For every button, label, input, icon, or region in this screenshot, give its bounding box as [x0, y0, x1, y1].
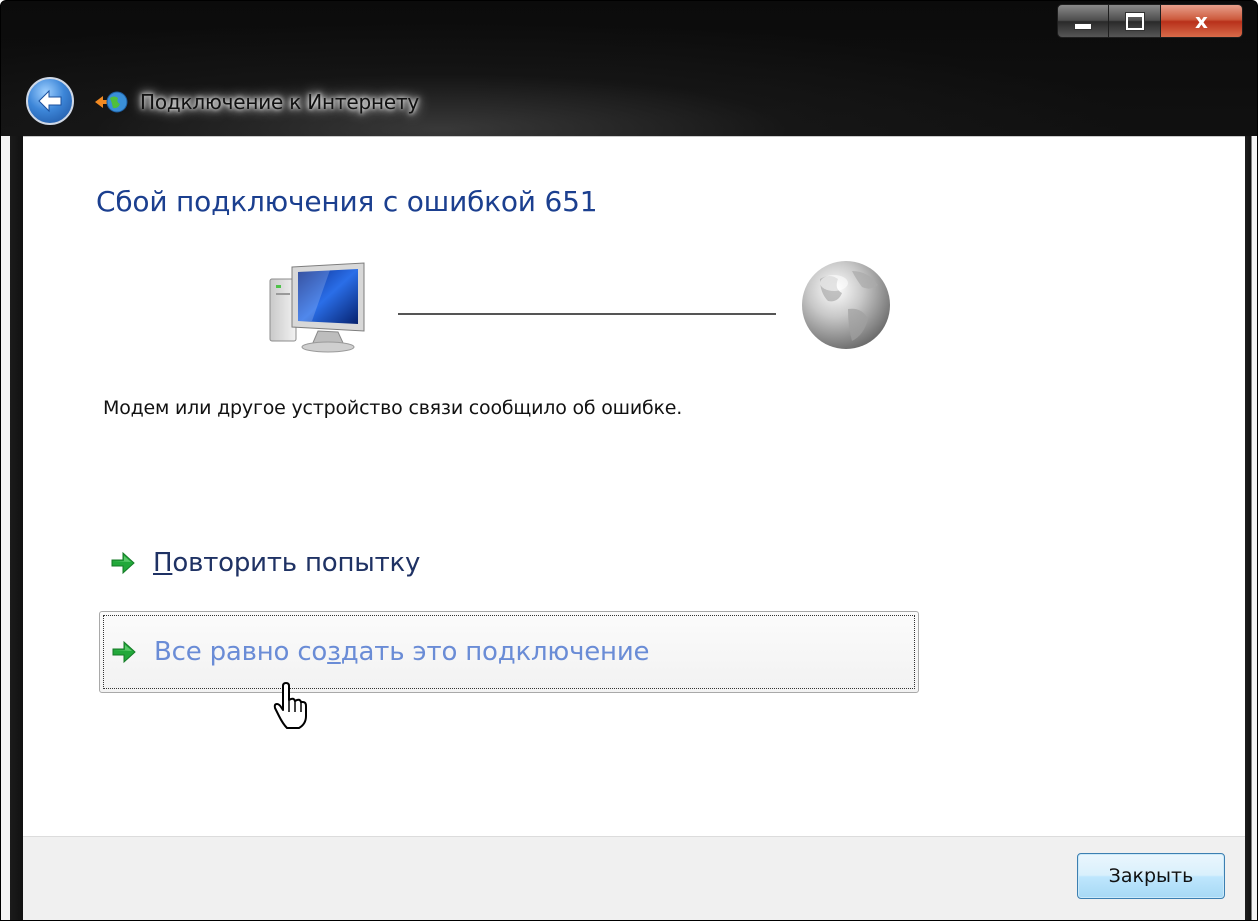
back-arrow-icon [38, 89, 62, 113]
network-globe-icon [95, 91, 128, 113]
retry-label-rest: овторить попытку [172, 548, 421, 578]
dialog-window: x Подключение к Интернету Сбой подключен… [0, 0, 1258, 921]
create-anyway-label: Все равно создать это подключение [154, 637, 650, 667]
close-icon: x [1195, 9, 1208, 33]
maximize-icon [1125, 12, 1144, 30]
retry-mnemonic: П [153, 548, 173, 578]
hand-pointer-cursor-icon [273, 682, 307, 729]
minimize-button[interactable] [1057, 4, 1109, 38]
connection-line [398, 313, 776, 315]
maximize-button[interactable] [1109, 4, 1161, 38]
computer-icon [269, 262, 365, 353]
content-area: Сбой подключения с ошибкой 651 Модем или… [23, 136, 1245, 837]
window-frame-left [1, 136, 23, 920]
create-anyway-command-link[interactable]: Все равно создать это подключение [99, 611, 919, 693]
dialog-footer: Закрыть [23, 836, 1245, 920]
retry-command-link[interactable]: Повторить попытку [99, 522, 919, 604]
error-message: Модем или другое устройство связи сообщи… [103, 397, 683, 419]
create-anyway-before: Все равно со [154, 637, 328, 667]
minimize-icon [1074, 22, 1092, 30]
back-button[interactable] [26, 77, 74, 125]
window-title: Подключение к Интернету [140, 90, 420, 114]
window-frame-right [1243, 136, 1257, 920]
green-arrow-icon [112, 640, 136, 664]
internet-globe-icon [802, 261, 890, 349]
create-anyway-mnemonic: з [327, 637, 341, 667]
close-window-button[interactable]: x [1161, 4, 1243, 38]
page-title: Сбой подключения с ошибкой 651 [96, 185, 598, 218]
caption-buttons: x [1057, 4, 1243, 38]
close-button[interactable]: Закрыть [1077, 853, 1225, 899]
green-arrow-icon [111, 551, 135, 575]
retry-label: Повторить попытку [153, 548, 420, 578]
create-anyway-after: дать это подключение [340, 637, 650, 667]
